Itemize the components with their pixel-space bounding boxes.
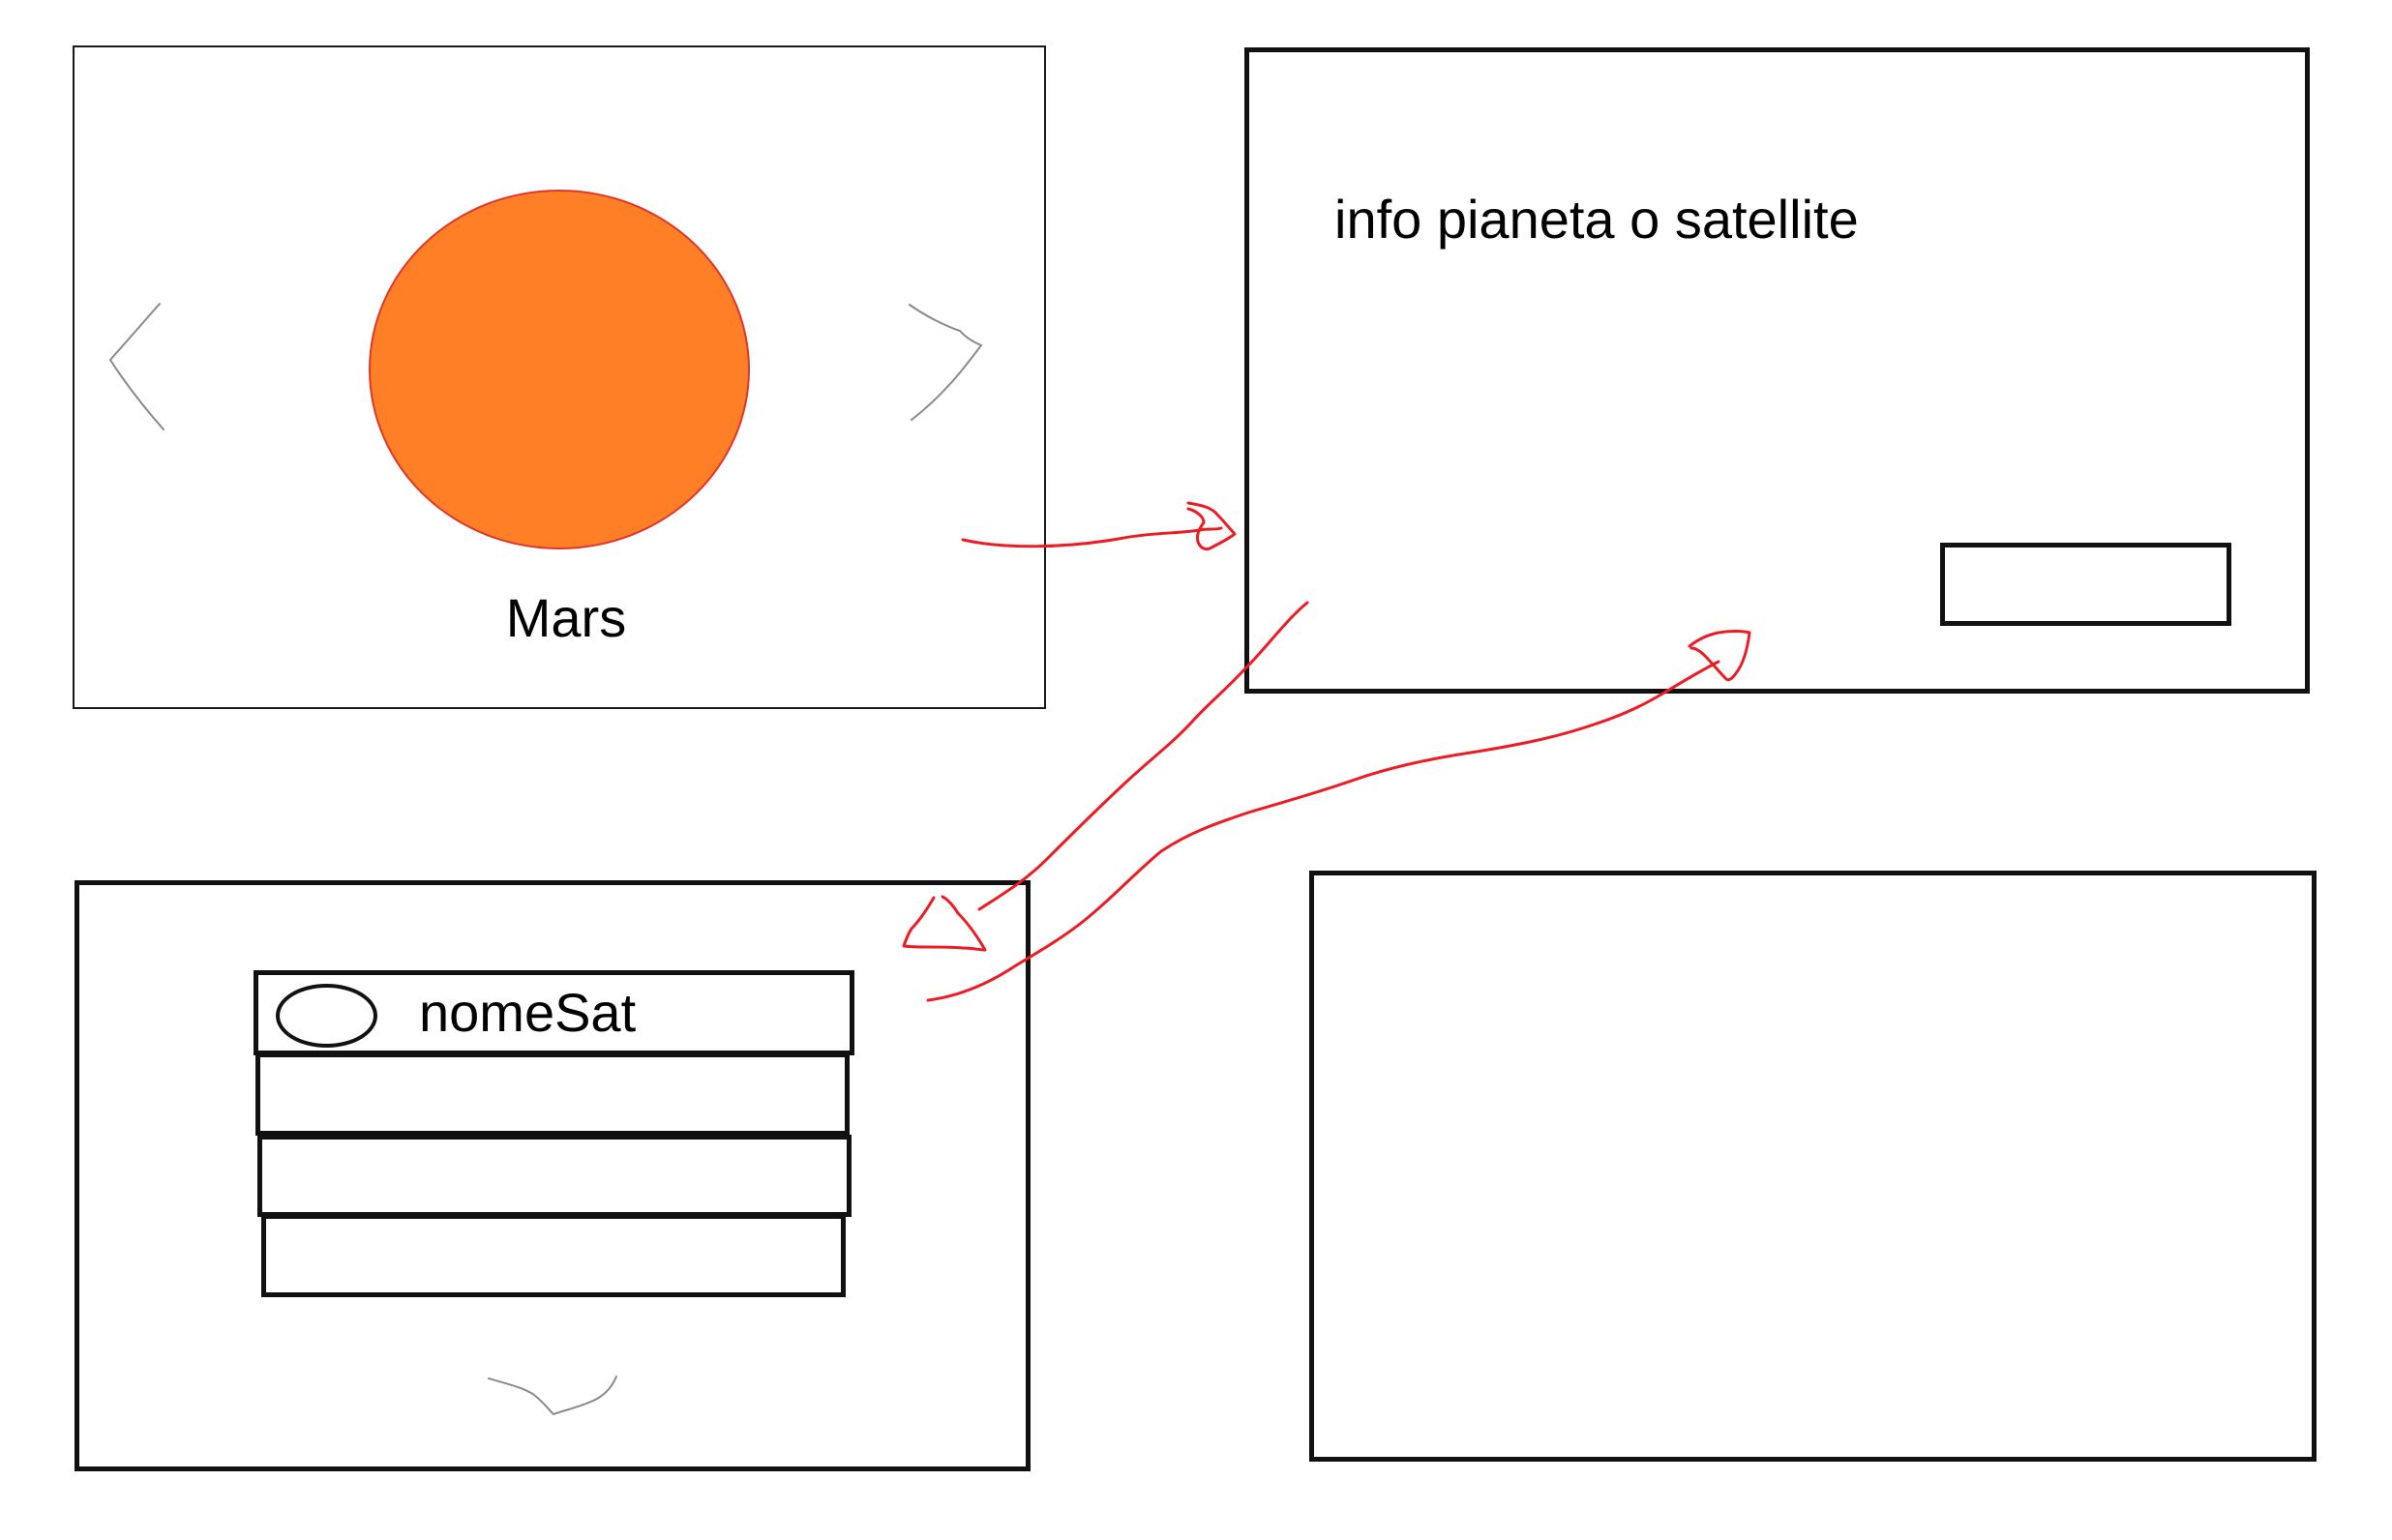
satellite-list-item[interactable]	[261, 1214, 846, 1297]
empty-screen	[1309, 871, 2317, 1462]
radio-oval-icon[interactable]	[276, 984, 377, 1048]
info-action-button[interactable]	[1940, 543, 2231, 626]
chevron-right-icon[interactable]	[907, 302, 984, 428]
planet-screen: Mars	[73, 45, 1046, 709]
planet-name: Mars	[505, 587, 627, 648]
info-title: info pianeta o satellite	[1334, 189, 1859, 250]
satellite-list-item[interactable]: nomeSat	[254, 970, 854, 1055]
chevron-left-icon[interactable]	[108, 299, 166, 434]
satellite-list-item[interactable]	[257, 1135, 852, 1217]
arrow-head-planet-to-info	[1186, 501, 1237, 551]
satellites-screen: nomeSat	[75, 880, 1031, 1471]
info-screen: info pianeta o satellite	[1244, 47, 2310, 694]
satellite-name: nomeSat	[419, 982, 637, 1043]
chevron-down-icon[interactable]	[486, 1374, 621, 1422]
planet-image[interactable]	[369, 190, 750, 549]
satellite-list-item[interactable]	[255, 1052, 850, 1136]
